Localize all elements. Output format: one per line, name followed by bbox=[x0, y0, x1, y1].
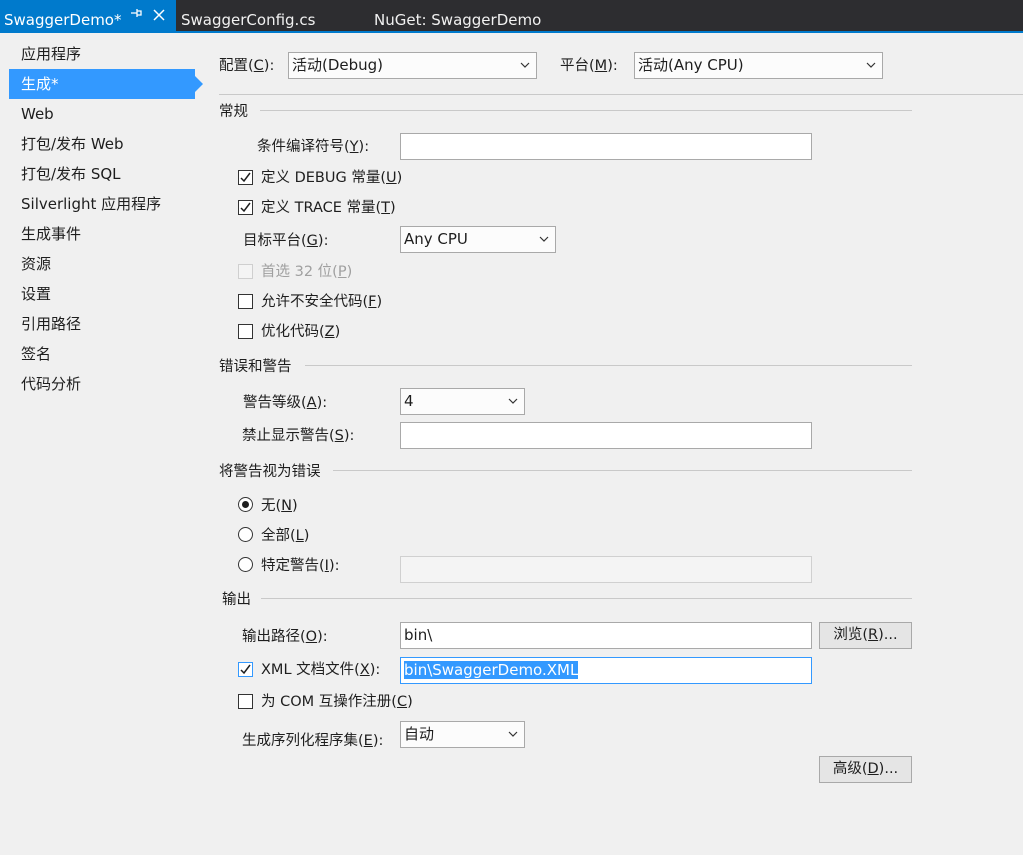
com-interop-label: 为 COM 互操作注册(C) bbox=[261, 694, 413, 710]
treat-warnings-all-label: 全部(L) bbox=[261, 528, 310, 544]
platform-target-label: 目标平台(G): bbox=[243, 233, 329, 249]
xml-doc-value: bin\SwaggerDemo.XML bbox=[404, 661, 579, 679]
platform-label: 平台(M): bbox=[560, 58, 618, 74]
sidebar-item[interactable]: 生成事件 bbox=[9, 219, 195, 249]
tab-nuget[interactable]: NuGet: SwaggerDemo bbox=[374, 0, 541, 31]
sidebar-item[interactable]: 引用路径 bbox=[9, 309, 195, 339]
conditional-symbols-input[interactable] bbox=[400, 133, 812, 160]
chevron-down-icon bbox=[520, 53, 530, 68]
define-debug-checkbox[interactable] bbox=[238, 170, 253, 185]
section-header-general: 常规 bbox=[219, 104, 248, 120]
treat-warnings-specific-radio[interactable] bbox=[238, 557, 253, 572]
tab-title: NuGet: SwaggerDemo bbox=[374, 11, 542, 29]
treat-warnings-all-radio[interactable] bbox=[238, 527, 253, 542]
pin-icon[interactable] bbox=[130, 8, 142, 22]
document-tab-strip: SwaggerDemo* SwaggerConfig.cs NuGet: Swa… bbox=[0, 0, 1023, 33]
chevron-down-icon bbox=[539, 227, 549, 242]
sidebar-item[interactable]: 应用程序 bbox=[9, 39, 195, 69]
close-icon[interactable] bbox=[153, 5, 165, 25]
optimize-checkbox[interactable] bbox=[238, 324, 253, 339]
allow-unsafe-label: 允许不安全代码(F) bbox=[261, 294, 383, 310]
prefer32-label: 首选 32 位(P) bbox=[261, 264, 353, 280]
section-divider bbox=[305, 365, 912, 366]
define-trace-checkbox[interactable] bbox=[238, 200, 253, 215]
tab-title: SwaggerDemo* bbox=[4, 11, 122, 29]
section-divider bbox=[260, 110, 912, 111]
chevron-down-icon bbox=[508, 389, 518, 404]
tab-swaggerconfig[interactable]: SwaggerConfig.cs bbox=[181, 0, 315, 31]
output-path-input[interactable]: bin\ bbox=[400, 622, 812, 649]
warning-level-label: 警告等级(A): bbox=[243, 395, 328, 411]
section-header-errors: 错误和警告 bbox=[219, 359, 292, 375]
output-path-label: 输出路径(O): bbox=[242, 629, 328, 645]
serialization-label: 生成序列化程序集(E): bbox=[242, 733, 384, 749]
define-debug-label: 定义 DEBUG 常量(U) bbox=[261, 170, 403, 186]
config-divider bbox=[219, 94, 1023, 95]
configuration-dropdown[interactable]: 活动(Debug) bbox=[288, 52, 537, 79]
platform-dropdown[interactable]: 活动(Any CPU) bbox=[634, 52, 883, 79]
browse-button[interactable]: 浏览(R)... bbox=[819, 622, 912, 649]
optimize-label: 优化代码(Z) bbox=[261, 324, 341, 340]
platform-target-dropdown[interactable]: Any CPU bbox=[400, 226, 556, 253]
serialization-value: 自动 bbox=[404, 725, 435, 743]
platform-target-value: Any CPU bbox=[404, 230, 468, 248]
tab-title: SwaggerConfig.cs bbox=[181, 11, 316, 29]
treat-warnings-specific-label: 特定警告(I): bbox=[261, 558, 340, 574]
sidebar-item[interactable]: 打包/发布 Web bbox=[9, 129, 195, 159]
sidebar: 应用程序 生成* Web 打包/发布 Web 打包/发布 SQL Silverlight … bbox=[0, 33, 203, 855]
treat-warnings-none-radio[interactable] bbox=[238, 497, 253, 512]
allow-unsafe-checkbox[interactable] bbox=[238, 294, 253, 309]
chevron-down-icon bbox=[508, 722, 518, 737]
warning-level-dropdown[interactable]: 4 bbox=[400, 388, 525, 415]
xml-doc-checkbox[interactable] bbox=[238, 662, 253, 677]
platform-value: 活动(Any CPU) bbox=[638, 56, 744, 74]
sidebar-item[interactable]: Web bbox=[9, 99, 195, 129]
section-divider bbox=[261, 598, 912, 599]
warning-level-value: 4 bbox=[404, 392, 414, 410]
radio-selected-dot bbox=[242, 501, 249, 508]
tab-swaggerdemo[interactable]: SwaggerDemo* bbox=[0, 0, 176, 33]
section-header-output: 输出 bbox=[222, 592, 251, 608]
specific-warnings-input[interactable] bbox=[400, 556, 812, 583]
com-interop-checkbox[interactable] bbox=[238, 694, 253, 709]
advanced-button[interactable]: 高级(D)... bbox=[819, 756, 912, 783]
serialization-dropdown[interactable]: 自动 bbox=[400, 721, 525, 748]
define-trace-label: 定义 TRACE 常量(T) bbox=[261, 200, 396, 216]
configuration-value: 活动(Debug) bbox=[292, 56, 384, 74]
section-header-treat-warnings: 将警告视为错误 bbox=[219, 464, 321, 480]
section-divider bbox=[333, 470, 912, 471]
chevron-down-icon bbox=[866, 53, 876, 68]
suppress-warnings-input[interactable] bbox=[400, 422, 812, 449]
sidebar-item[interactable]: 签名 bbox=[9, 339, 195, 369]
sidebar-item[interactable]: 打包/发布 SQL bbox=[9, 159, 195, 189]
sidebar-item[interactable]: Silverlight 应用程序 bbox=[9, 189, 195, 219]
xml-doc-label: XML 文档文件(X): bbox=[261, 662, 381, 678]
xml-doc-input[interactable]: bin\SwaggerDemo.XML bbox=[400, 657, 812, 684]
suppress-warnings-label: 禁止显示警告(S): bbox=[242, 428, 355, 444]
sidebar-item[interactable]: 生成* bbox=[9, 69, 203, 99]
configuration-label: 配置(C): bbox=[219, 58, 275, 74]
conditional-symbols-label: 条件编译符号(Y): bbox=[257, 139, 370, 155]
treat-warnings-none-label: 无(N) bbox=[261, 498, 298, 514]
prefer32-checkbox[interactable] bbox=[238, 264, 253, 279]
sidebar-item[interactable]: 设置 bbox=[9, 279, 195, 309]
sidebar-item[interactable]: 代码分析 bbox=[9, 369, 195, 399]
sidebar-item[interactable]: 资源 bbox=[9, 249, 195, 279]
